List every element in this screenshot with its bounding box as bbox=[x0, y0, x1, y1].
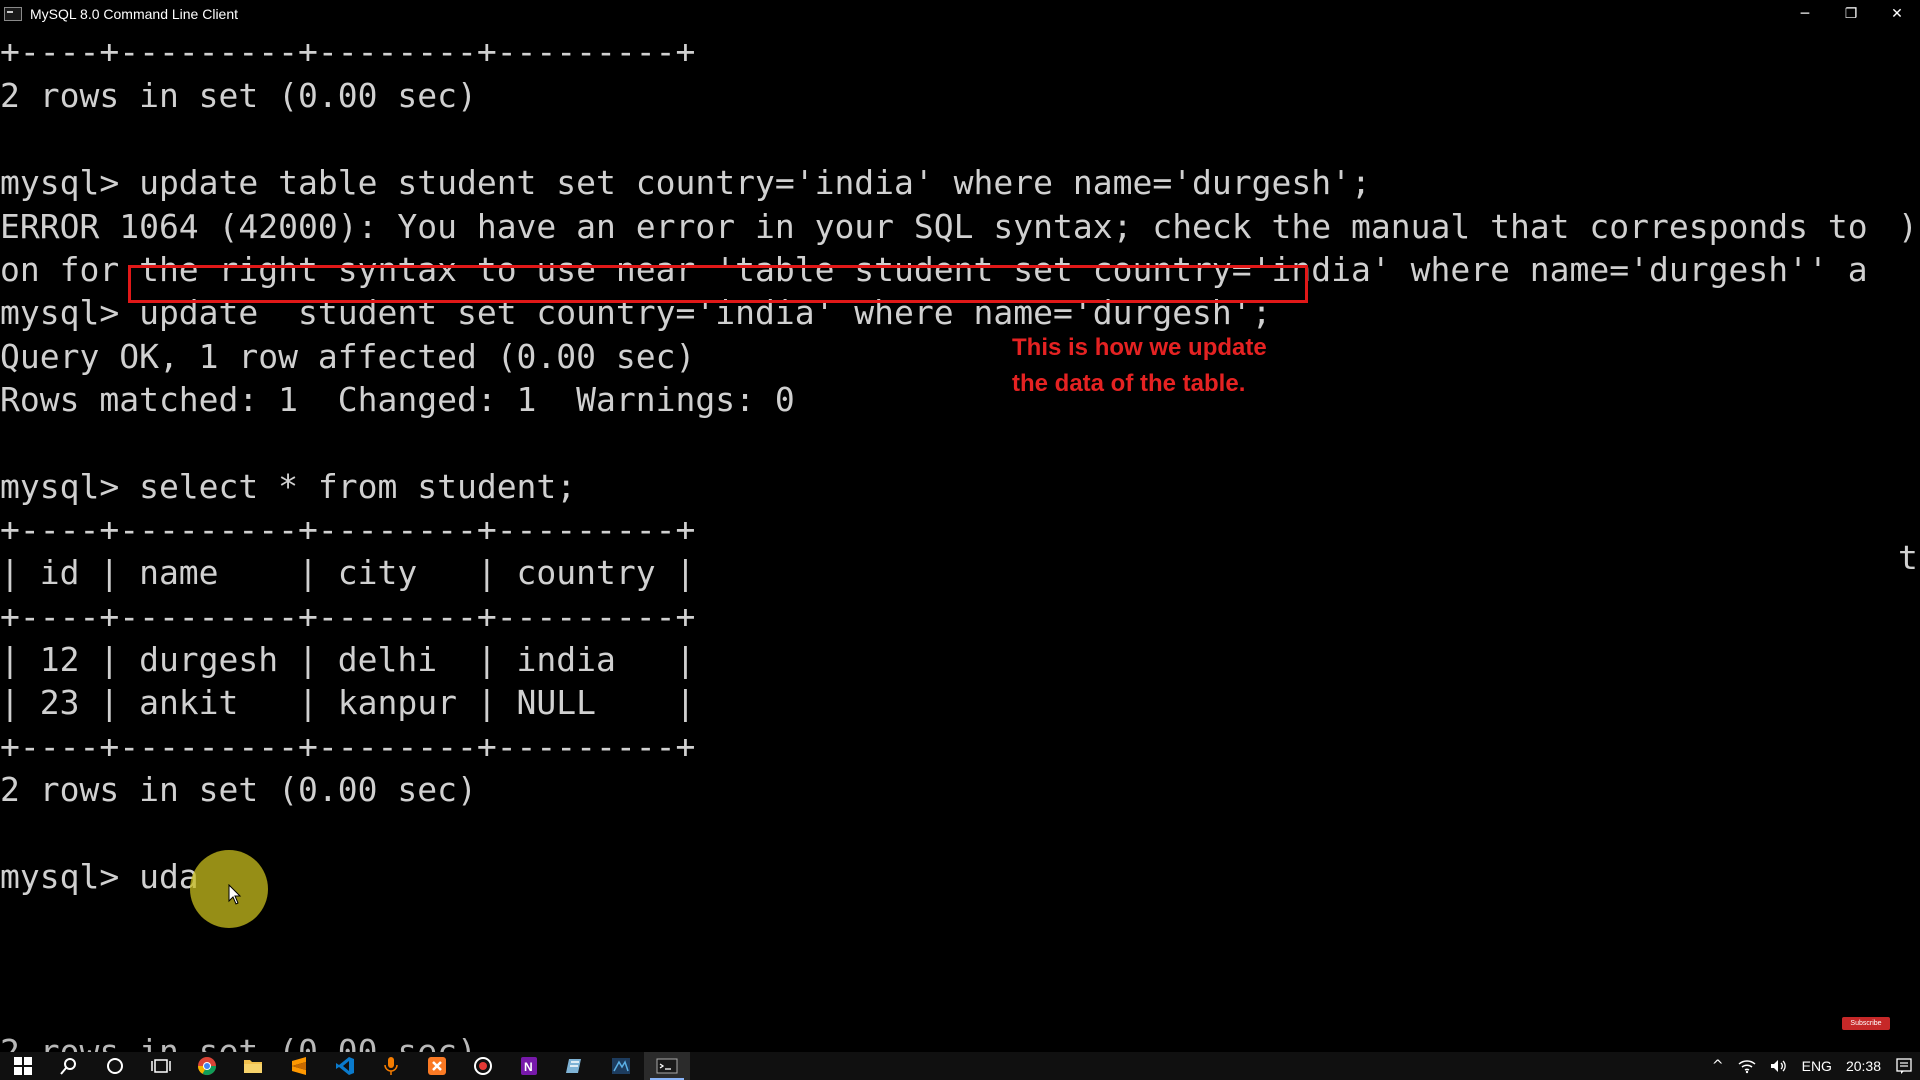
select-command-line: mysql> select * from student; bbox=[0, 467, 577, 506]
wifi-icon[interactable] bbox=[1738, 1058, 1756, 1074]
edge-text-fragment: t bbox=[1898, 538, 1918, 577]
table-header: | id | name | city | country | bbox=[0, 553, 696, 592]
system-tray: ^ ENG 20:38 bbox=[1705, 1052, 1920, 1080]
show-hidden-icons-chevron-icon[interactable]: ^ bbox=[1712, 1058, 1724, 1074]
task-view-icon[interactable] bbox=[138, 1052, 184, 1080]
window-title-bar: MySQL 8.0 Command Line Client ─ ❐ ✕ bbox=[0, 0, 1920, 28]
subscribe-badge[interactable]: Subscribe bbox=[1842, 1017, 1890, 1030]
terminal-line: 2 rows in set (0.00 sec) bbox=[0, 76, 477, 115]
cortana-icon[interactable] bbox=[92, 1052, 138, 1080]
table-border: +----+---------+--------+---------+ bbox=[0, 727, 696, 766]
annotation-line: the data of the table. bbox=[1012, 370, 1246, 397]
volume-icon[interactable] bbox=[1770, 1058, 1788, 1074]
clock-time[interactable]: 20:38 bbox=[1846, 1058, 1881, 1074]
table-border: +----+---------+--------+---------+ bbox=[0, 510, 696, 549]
annotation-note: This is how we update the data of the ta… bbox=[1012, 330, 1267, 402]
table-row: | 23 | ankit | kanpur | NULL | bbox=[0, 683, 696, 722]
mouse-pointer-icon bbox=[228, 884, 242, 905]
window-title: MySQL 8.0 Command Line Client bbox=[30, 6, 239, 22]
microphone-icon[interactable] bbox=[368, 1052, 414, 1080]
recorder-icon[interactable] bbox=[460, 1052, 506, 1080]
query-ok-line: Query OK, 1 row affected (0.00 sec) bbox=[0, 337, 696, 376]
mysql-workbench-icon[interactable] bbox=[598, 1052, 644, 1080]
minimize-button[interactable]: ─ bbox=[1782, 0, 1828, 28]
table-border: +----+---------+--------+---------+ bbox=[0, 597, 696, 636]
error-overflow-char: ) bbox=[1898, 207, 1918, 246]
highlight-box bbox=[128, 265, 1308, 303]
error-line: ERROR 1064 (42000): You have an error in… bbox=[0, 207, 1868, 246]
window-controls: ─ ❐ ✕ bbox=[1782, 0, 1920, 28]
mysql-command-line-client-icon[interactable] bbox=[644, 1052, 690, 1080]
close-button[interactable]: ✕ bbox=[1874, 0, 1920, 28]
onenote-icon[interactable]: N bbox=[506, 1052, 552, 1080]
terminal-line: mysql> update table student set country=… bbox=[0, 163, 1371, 202]
svg-text:N: N bbox=[524, 1060, 533, 1074]
terminal-line-partial: 2 rows in set (0.00 sec) bbox=[0, 1032, 477, 1052]
input-language[interactable]: ENG bbox=[1802, 1058, 1832, 1074]
windows-start-icon[interactable] bbox=[0, 1052, 46, 1080]
chrome-icon[interactable] bbox=[184, 1052, 230, 1080]
terminal-line: +----+---------+--------+---------+ bbox=[0, 32, 696, 71]
annotation-line: This is how we update bbox=[1012, 334, 1267, 361]
mysql-app-icon bbox=[4, 7, 22, 21]
current-prompt-line[interactable]: mysql> uda bbox=[0, 857, 199, 897]
taskbar: N ^ ENG 20:38 bbox=[0, 1052, 1920, 1080]
search-icon[interactable] bbox=[46, 1052, 92, 1080]
rows-matched-line: Rows matched: 1 Changed: 1 Warnings: 0 bbox=[0, 380, 795, 419]
notepad-icon[interactable] bbox=[552, 1052, 598, 1080]
xampp-icon[interactable] bbox=[414, 1052, 460, 1080]
terminal-output[interactable]: +----+---------+--------+---------+ 2 ro… bbox=[0, 28, 1920, 1052]
terminal-line: 2 rows in set (0.00 sec) bbox=[0, 770, 477, 809]
action-center-icon[interactable] bbox=[1895, 1057, 1913, 1075]
table-row: | 12 | durgesh | delhi | india | bbox=[0, 640, 696, 679]
sublime-text-icon[interactable] bbox=[276, 1052, 322, 1080]
file-explorer-icon[interactable] bbox=[230, 1052, 276, 1080]
restore-button[interactable]: ❐ bbox=[1828, 0, 1874, 28]
vscode-icon[interactable] bbox=[322, 1052, 368, 1080]
